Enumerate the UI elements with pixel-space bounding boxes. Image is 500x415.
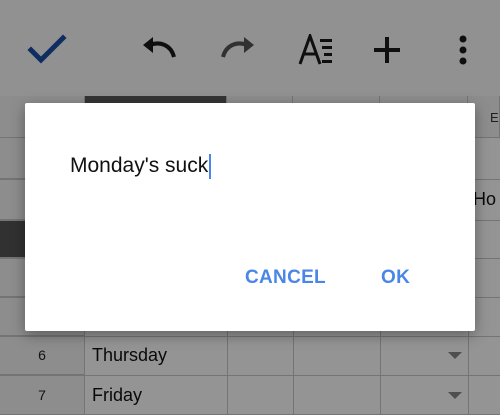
ok-button[interactable]: OK	[373, 261, 418, 295]
cancel-button[interactable]: CANCEL	[237, 261, 334, 295]
cell-text-value: Monday's suck	[70, 154, 209, 177]
text-caret	[209, 153, 212, 179]
edit-cell-dialog: Monday's suck CANCEL OK	[25, 103, 475, 331]
cell-text-input[interactable]: Monday's suck	[70, 153, 212, 179]
